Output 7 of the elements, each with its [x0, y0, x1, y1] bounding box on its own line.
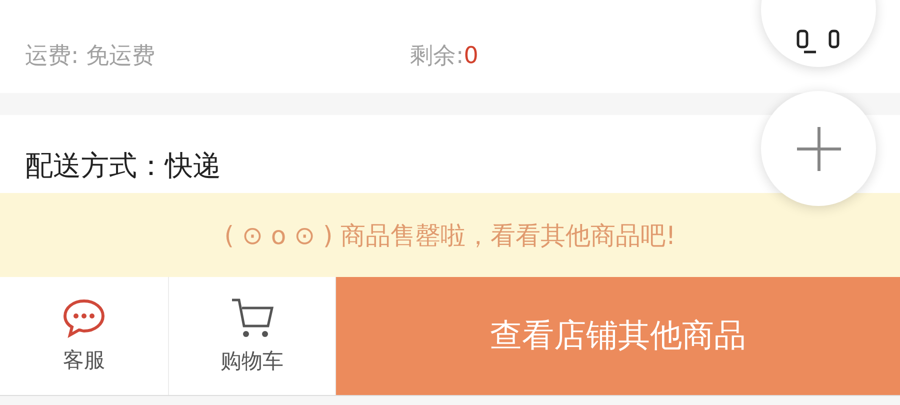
sold-out-notice: ( ⊙ o ⊙ ) 商品售罄啦，看看其他商品吧! — [0, 193, 900, 277]
cart-icon — [230, 297, 274, 339]
remaining-stock-text: 剩余:0 — [410, 42, 478, 71]
delivery-method-text: 配送方式：快递 — [25, 148, 221, 184]
plus-icon — [794, 124, 842, 172]
chat-icon — [62, 298, 106, 338]
shipping-fee-text: 运费: 免运费 — [25, 42, 156, 71]
